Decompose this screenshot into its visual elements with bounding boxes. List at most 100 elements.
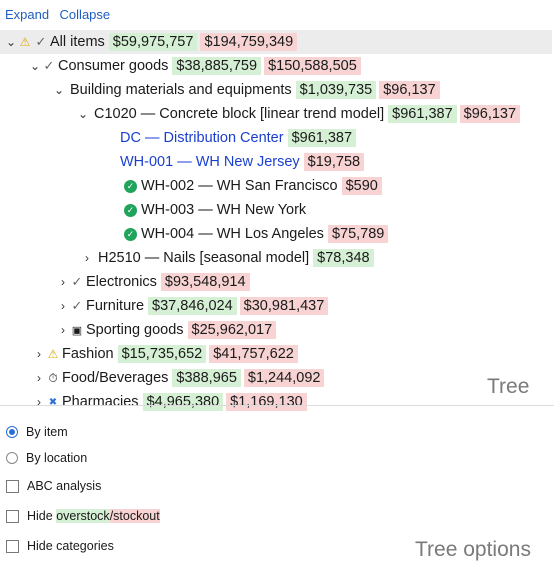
tree-row-label: Building materials and equipments — [70, 82, 292, 98]
chevron-down-icon[interactable]: ⌄ — [76, 107, 90, 121]
tree-row-food-beverages[interactable]: › ⏱ Food/Beverages $388,965 $1,244,092 — [0, 366, 327, 390]
tree-row-dc[interactable]: DC — Distribution Center $961,387 — [0, 126, 359, 150]
by-location-option[interactable]: By location — [6, 451, 87, 465]
tree-row-label: DC — Distribution Center — [120, 130, 284, 146]
tree-row-label: Electronics — [86, 274, 157, 290]
tree-row-pharmacies[interactable]: › ✖ Pharmacies $4,965,380 $1,169,130 — [0, 390, 310, 414]
check-icon: ✓ — [71, 274, 83, 289]
overstock-value: $961,387 — [388, 105, 457, 123]
abc-analysis-option[interactable]: ABC analysis — [6, 479, 101, 493]
stockout-value: $1,169,130 — [226, 393, 307, 411]
radio-icon[interactable] — [6, 452, 18, 464]
radio-icon[interactable] — [6, 426, 18, 438]
tree-row-c1020[interactable]: ⌄ C1020 — Concrete block [linear trend m… — [0, 102, 523, 126]
stockout-label: stockout — [113, 509, 160, 523]
tree-row-wh-004[interactable]: ✓ WH-004 — WH Los Angeles $75,789 — [0, 222, 391, 246]
chevron-down-icon[interactable]: ⌄ — [4, 35, 18, 49]
stockout-value: $41,757,622 — [209, 345, 298, 363]
by-location-label: By location — [26, 451, 88, 465]
stockout-value: $150,588,505 — [264, 57, 361, 75]
overstock-value: $38,885,759 — [172, 57, 262, 75]
tree-row-fashion[interactable]: › ⚠ Fashion $15,735,652 $41,757,622 — [0, 342, 301, 366]
chevron-down-icon[interactable]: ⌄ — [28, 59, 42, 73]
stockout-value: $96,137 — [379, 81, 440, 99]
tree-row-furniture[interactable]: › ✓ Furniture $37,846,024 $30,981,437 — [0, 294, 331, 318]
timer-icon: ⏱ — [48, 370, 58, 385]
by-item-label: By item — [26, 425, 68, 439]
panel-divider — [0, 405, 554, 406]
stockout-value: $19,758 — [303, 153, 365, 171]
hide-categories-option[interactable]: Hide categories — [6, 539, 114, 553]
check-circle-icon: ✓ — [124, 179, 137, 193]
chevron-right-icon[interactable]: › — [56, 275, 70, 289]
warning-icon: ⚠ — [47, 347, 59, 361]
chevron-right-icon[interactable]: › — [80, 251, 94, 265]
tree-row-consumer-goods[interactable]: ⌄ ✓ Consumer goods $38,885,759 $150,588,… — [0, 54, 364, 78]
chevron-right-icon[interactable]: › — [32, 347, 46, 361]
tree-row-label: Pharmacies — [62, 394, 139, 410]
overstock-value: $59,975,757 — [108, 33, 198, 51]
overstock-value: $4,965,380 — [142, 393, 224, 411]
tree-panel-title: Tree — [487, 375, 530, 398]
tree-row-wh-001[interactable]: WH-001 — WH New Jersey $19,758 — [0, 150, 367, 174]
overstock-label: overstock — [56, 509, 110, 523]
stockout-value: $93,548,914 — [160, 273, 250, 291]
check-icon: ✓ — [35, 34, 47, 49]
tree-row-label: H2510 — Nails [seasonal model] — [98, 250, 310, 266]
stockout-value: $75,789 — [327, 225, 389, 243]
tree-toolbar: Expand Collapse — [5, 6, 116, 24]
tree-row-label: C1020 — Concrete block [linear trend mod… — [94, 106, 385, 122]
tree-row-sporting-goods[interactable]: › ▣ Sporting goods $25,962,017 — [0, 318, 279, 342]
stockout-value: $96,137 — [459, 105, 521, 123]
hide-overstock-stockout-option[interactable]: Hide overstock / stockout — [6, 509, 160, 523]
overstock-value: $37,846,024 — [148, 297, 237, 315]
tree-row-label: Furniture — [86, 298, 145, 314]
chevron-right-icon[interactable]: › — [56, 323, 70, 337]
check-icon: ✓ — [71, 298, 83, 313]
overstock-value: $15,735,652 — [117, 345, 207, 363]
tree-row-wh-003[interactable]: ✓ WH-003 — WH New York — [0, 198, 310, 222]
overstock-value: $78,348 — [313, 249, 374, 267]
overstock-value: $1,039,735 — [295, 81, 377, 99]
tree-row-label: WH-001 — WH New Jersey — [120, 154, 300, 170]
stockout-value: $1,244,092 — [243, 369, 325, 387]
tree-row-label: WH-003 — WH New York — [141, 202, 307, 218]
tree-row-electronics[interactable]: › ✓ Electronics $93,548,914 — [0, 270, 253, 294]
chevron-down-icon[interactable]: ⌄ — [52, 83, 66, 97]
check-circle-icon: ✓ — [124, 203, 137, 217]
tree-row-label: All items — [50, 34, 105, 50]
stockout-value: $25,962,017 — [187, 321, 277, 339]
checkbox-icon[interactable] — [6, 479, 19, 493]
tree-row-label: WH-002 — WH San Francisco — [141, 178, 338, 194]
chevron-right-icon[interactable]: › — [56, 299, 70, 313]
check-icon: ✓ — [43, 58, 55, 73]
chevron-right-icon[interactable]: › — [32, 371, 46, 385]
stockout-value: $30,981,437 — [239, 297, 329, 315]
stockout-value: $590 — [341, 177, 382, 195]
tree-row-building-materials[interactable]: ⌄ Building materials and equipments $1,0… — [0, 78, 443, 102]
tree-row-label: Food/Beverages — [62, 370, 169, 386]
calendar-icon: ▣ — [71, 324, 83, 337]
abc-analysis-label: ABC analysis — [27, 479, 102, 493]
tree-options-panel-title: Tree options — [415, 538, 531, 561]
overstock-value: $961,387 — [287, 129, 357, 147]
tree-row-label: Fashion — [62, 346, 114, 362]
overstock-value: $388,965 — [172, 369, 241, 387]
tree-row-label: WH-004 — WH Los Angeles — [141, 226, 324, 242]
check-circle-icon: ✓ — [124, 227, 137, 241]
checkbox-icon[interactable] — [6, 509, 19, 523]
by-item-option[interactable]: By item — [6, 425, 68, 439]
stockout-value: $194,759,349 — [200, 33, 298, 51]
expand-link[interactable]: Expand — [5, 7, 49, 22]
tree-row-label: Sporting goods — [86, 322, 184, 338]
tree-row-h2510[interactable]: › H2510 — Nails [seasonal model] $78,348 — [0, 246, 377, 270]
tree-row-label: Consumer goods — [58, 58, 169, 74]
checkbox-icon[interactable] — [6, 539, 19, 553]
tree-row-all-items[interactable]: ⌄ ⚠ ✓ All items $59,975,757 $194,759,349 — [0, 30, 552, 54]
hide-categories-label: Hide categories — [27, 539, 114, 553]
warning-icon: ⚠ — [19, 35, 31, 49]
tree-row-wh-002[interactable]: ✓ WH-002 — WH San Francisco $590 — [0, 174, 385, 198]
collapse-link[interactable]: Collapse — [60, 7, 111, 22]
chevron-right-icon[interactable]: › — [32, 395, 46, 409]
hide-prefix-label: Hide — [27, 509, 57, 523]
